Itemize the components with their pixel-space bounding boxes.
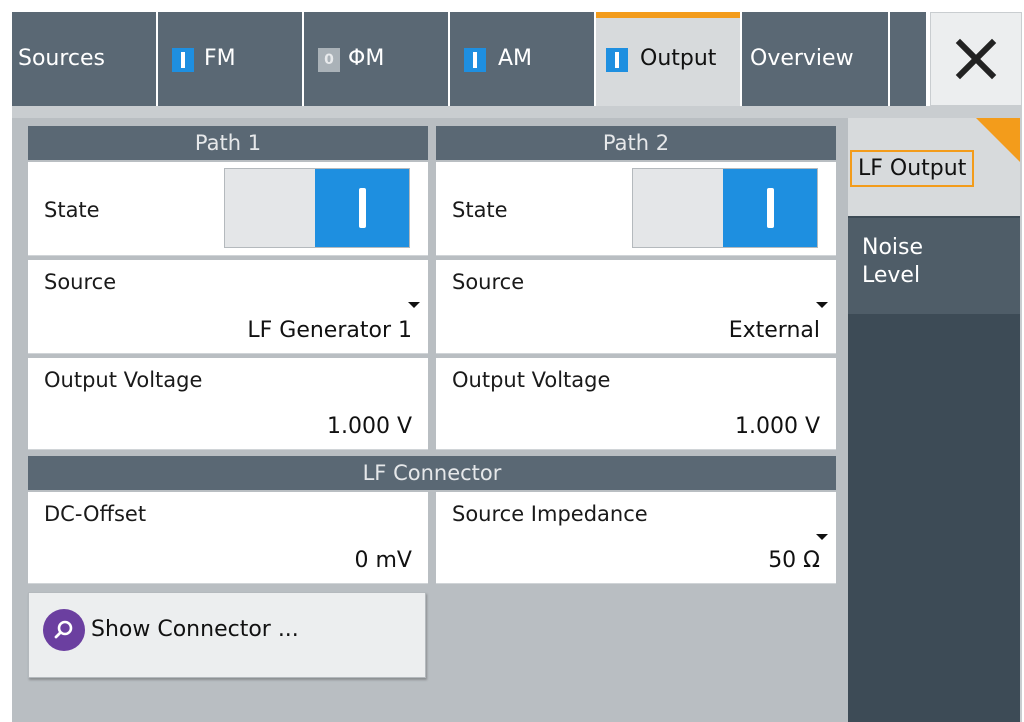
path1-output-voltage-field[interactable]: Output Voltage 1.000 V bbox=[28, 358, 428, 450]
dc-offset-field[interactable]: DC-Offset 0 mV bbox=[28, 492, 428, 584]
path2-state-toggle[interactable] bbox=[632, 168, 818, 248]
phim-state-indicator-icon: 0 bbox=[318, 48, 340, 72]
path2-voltage-label: Output Voltage bbox=[452, 368, 611, 392]
path1-voltage-label: Output Voltage bbox=[44, 368, 203, 392]
tab-phim[interactable]: 0 ΦM bbox=[304, 12, 448, 106]
lf-connector-header: LF Connector bbox=[28, 456, 836, 490]
tab-output[interactable]: Output bbox=[596, 12, 740, 106]
path2-source-value: External bbox=[728, 318, 820, 343]
dropdown-arrow-icon bbox=[816, 534, 828, 540]
path1-source-label: Source bbox=[44, 270, 117, 294]
sidenav-lf-output-label: LF Output bbox=[850, 150, 975, 187]
path1-source-select[interactable]: Source LF Generator 1 bbox=[28, 260, 428, 354]
tab-fm-label: FM bbox=[204, 46, 236, 71]
path2-state-row: State bbox=[436, 162, 836, 256]
tab-bar-filler bbox=[890, 12, 926, 106]
path1-state-label: State bbox=[44, 198, 100, 222]
tab-sources[interactable]: Sources bbox=[12, 12, 156, 106]
am-state-indicator-icon bbox=[464, 48, 486, 72]
tab-fm[interactable]: FM bbox=[158, 12, 302, 106]
source-impedance-value: 50 Ω bbox=[768, 548, 820, 573]
output-state-indicator-icon bbox=[606, 48, 628, 72]
sidenav-noise-level-line1: Noise bbox=[862, 235, 924, 260]
path1-voltage-value: 1.000 V bbox=[326, 414, 412, 439]
sidenav-noise-level-label: Noise Level bbox=[862, 234, 923, 290]
sidenav-item-lf-output[interactable]: LF Output bbox=[848, 118, 1020, 216]
source-impedance-select[interactable]: Source Impedance 50 Ω bbox=[436, 492, 836, 584]
show-connector-button[interactable]: Show Connector ... bbox=[28, 592, 426, 678]
path1-state-row: State bbox=[28, 162, 428, 256]
selected-corner-marker bbox=[976, 118, 1020, 162]
path2-source-label: Source bbox=[452, 270, 525, 294]
tab-sources-label: Sources bbox=[18, 46, 106, 71]
tab-output-label: Output bbox=[640, 46, 717, 71]
magnifier-icon bbox=[43, 609, 85, 651]
path2-output-voltage-field[interactable]: Output Voltage 1.000 V bbox=[436, 358, 836, 450]
toggle-on-knob bbox=[723, 169, 817, 247]
close-x-icon bbox=[955, 38, 997, 80]
path1-header: Path 1 bbox=[28, 126, 428, 160]
show-connector-label: Show Connector ... bbox=[91, 617, 299, 642]
path2-header: Path 2 bbox=[436, 126, 836, 160]
tab-overview[interactable]: Overview bbox=[742, 12, 888, 106]
dropdown-arrow-icon bbox=[816, 302, 828, 308]
sidenav-item-noise-level[interactable]: Noise Level bbox=[848, 218, 1020, 314]
tab-phim-label: ΦM bbox=[348, 46, 385, 71]
toggle-on-knob bbox=[315, 169, 409, 247]
path2-source-select[interactable]: Source External bbox=[436, 260, 836, 354]
dc-offset-value: 0 mV bbox=[354, 548, 412, 573]
fm-state-indicator-icon bbox=[172, 48, 194, 72]
tab-bar: Sources FM 0 ΦM AM Output Overview bbox=[12, 12, 1022, 106]
dc-offset-label: DC-Offset bbox=[44, 502, 147, 526]
path1-source-value: LF Generator 1 bbox=[247, 318, 412, 343]
sidenav-noise-level-line2: Level bbox=[862, 263, 921, 288]
path1-state-toggle[interactable] bbox=[224, 168, 410, 248]
dropdown-arrow-icon bbox=[408, 302, 420, 308]
source-impedance-label: Source Impedance bbox=[452, 502, 648, 526]
tab-am[interactable]: AM bbox=[450, 12, 594, 106]
tab-am-label: AM bbox=[498, 46, 533, 71]
path2-state-label: State bbox=[452, 198, 508, 222]
tab-overview-label: Overview bbox=[750, 46, 854, 71]
path2-voltage-value: 1.000 V bbox=[734, 414, 820, 439]
close-button[interactable] bbox=[930, 12, 1022, 106]
